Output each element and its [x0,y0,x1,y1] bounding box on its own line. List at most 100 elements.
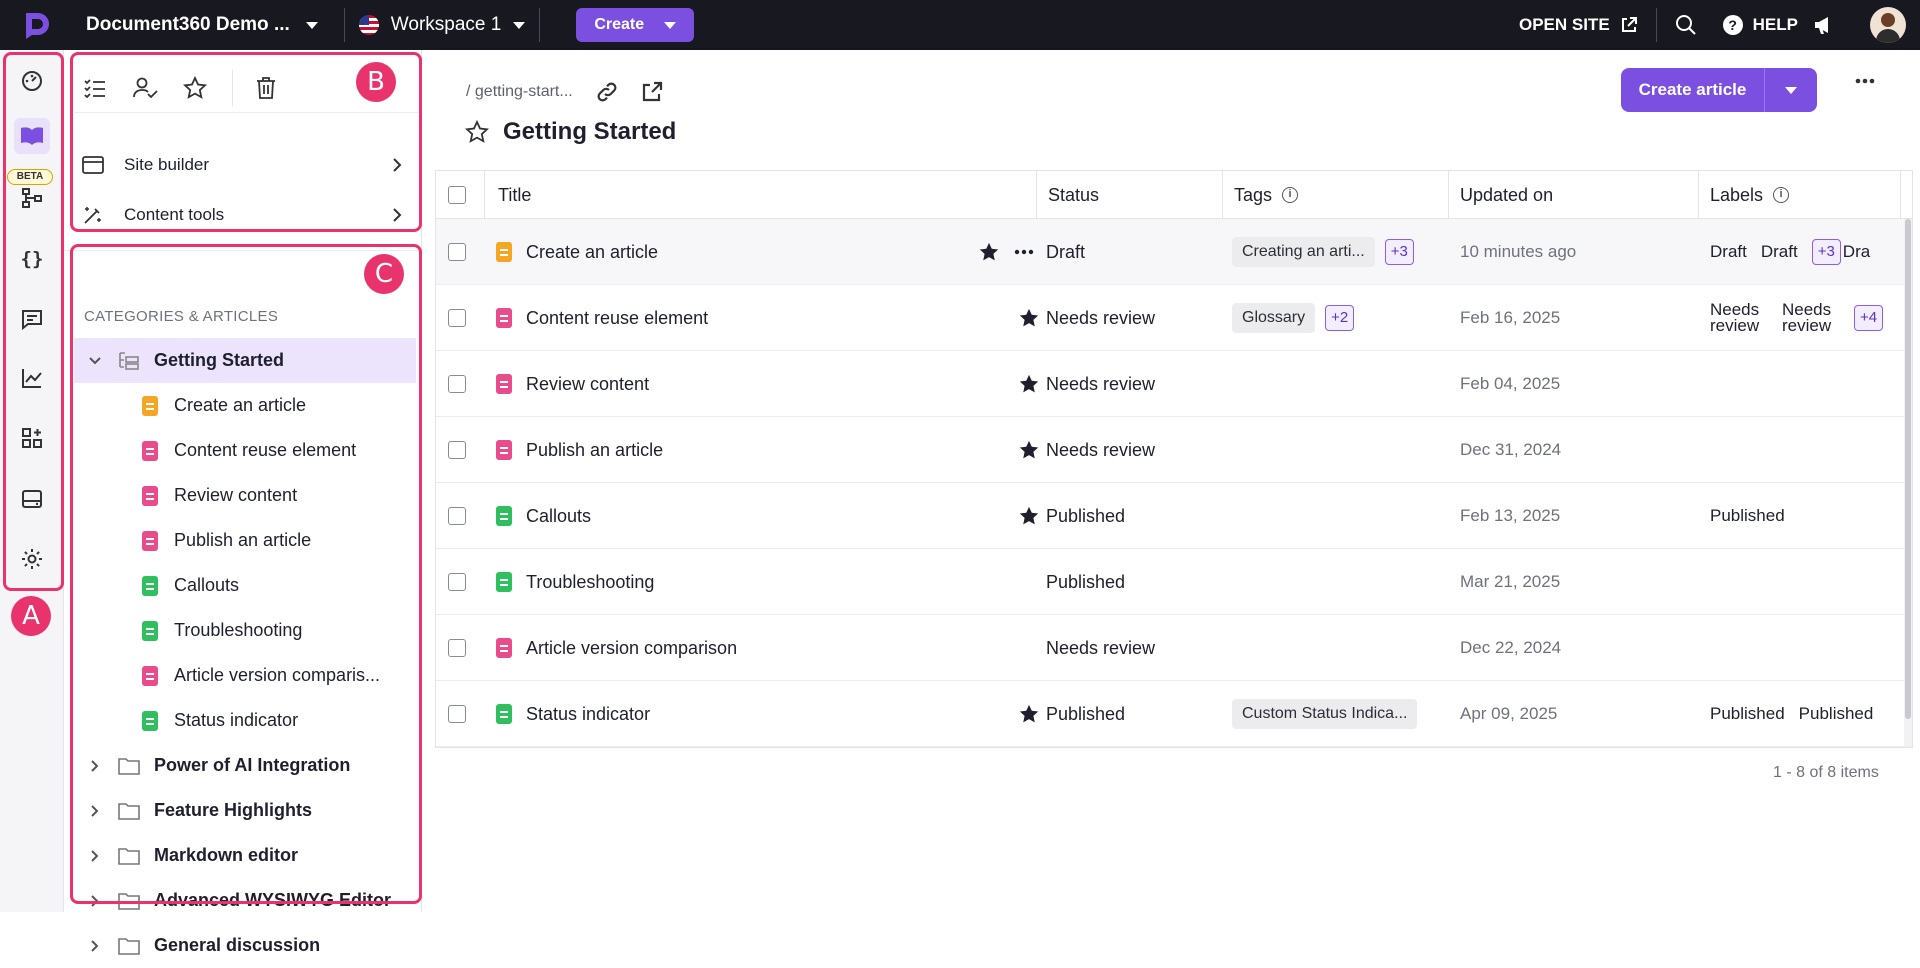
nav-article-item[interactable]: Publish an article [74,518,416,563]
nav-category-item[interactable]: Power of AI Integration [74,743,416,788]
content-tools-menu[interactable]: Content tools [82,195,402,235]
nav-article-item[interactable]: Content reuse element [74,428,416,473]
star-filled-icon[interactable] [1018,373,1040,395]
dashboard-icon[interactable] [14,63,50,99]
nav-article-item[interactable]: Status indicator [74,698,416,743]
star-filled-icon[interactable] [1018,505,1040,527]
nav-article-item[interactable]: Create an article [74,383,416,428]
table-row[interactable]: Create an article Draft Creating an arti..… [436,219,1912,285]
settings-icon[interactable] [14,541,50,577]
label-more-badge[interactable]: +3 [1811,239,1841,265]
table-row[interactable]: Callouts Published Feb 13, 2025 Published [436,483,1912,549]
article-title-link[interactable]: Create an article [526,242,658,263]
table-row[interactable]: Publish an article Needs review Dec 31, 20… [436,417,1912,483]
nav-article-item[interactable]: Review content [74,473,416,518]
table-row[interactable]: Content reuse element Needs review Glossar… [436,285,1912,351]
nav-article-item[interactable]: Callouts [74,563,416,608]
site-builder-menu[interactable]: Site builder [82,145,402,185]
star-filled-icon[interactable] [1018,703,1040,725]
tag-chip[interactable]: Creating an arti... [1232,237,1375,267]
nav-category-item[interactable]: Advanced WYSIWYG Editor [74,878,416,923]
column-tags[interactable]: Tags i [1234,171,1299,219]
article-title-link[interactable]: Review content [526,374,649,395]
open-site-link[interactable]: OPEN SITE [1519,15,1638,35]
tag-chip[interactable]: Custom Status Indica... [1232,699,1418,729]
nav-category-item[interactable]: Markdown editor [74,833,416,878]
trash-icon[interactable] [251,73,281,103]
nav-category-item[interactable]: General discussion [74,923,416,968]
more-options-icon[interactable] [1014,249,1034,255]
info-icon[interactable]: i [1773,187,1790,203]
article-title-link[interactable]: Status indicator [526,704,650,725]
star-filled-icon[interactable] [1018,439,1040,461]
chevron-right-icon[interactable] [82,939,108,953]
table-row[interactable]: Status indicator Published Custom Status I… [436,681,1912,747]
more-options-icon[interactable] [1855,78,1875,84]
chevron-right-icon[interactable] [82,804,108,818]
column-status[interactable]: Status [1048,171,1099,219]
info-icon[interactable]: i [1282,187,1299,203]
article-title-link[interactable]: Content reuse element [526,308,708,329]
tag-more-badge[interactable]: +2 [1325,305,1355,331]
table-row[interactable]: Article version comparison Needs review De… [436,615,1912,681]
document360-logo[interactable] [18,7,54,43]
checklist-icon[interactable] [80,73,110,103]
chevron-down-icon[interactable] [82,356,108,366]
chevron-right-icon[interactable] [82,849,108,863]
star-filled-icon[interactable] [1018,307,1040,329]
drive-icon[interactable] [14,481,50,517]
row-checkbox[interactable] [448,441,466,459]
table-row[interactable]: Review content Needs review Feb 04, 2025 [436,351,1912,417]
analytics-icon[interactable] [14,360,50,396]
label-more-badge[interactable]: +4 [1854,305,1884,331]
star-filled-icon[interactable] [978,241,1000,263]
user-check-icon[interactable] [130,73,160,103]
chevron-right-icon[interactable] [82,759,108,773]
category-getting-started[interactable]: Getting Started [74,338,416,383]
select-all-checkbox[interactable] [448,186,466,204]
column-labels[interactable]: Labels i [1710,171,1790,219]
star-icon[interactable] [180,73,210,103]
user-avatar[interactable] [1870,7,1906,43]
create-article-dropdown[interactable] [1765,86,1817,94]
search-icon[interactable] [1675,14,1697,36]
project-selector[interactable]: Document360 Demo ... [86,14,318,36]
article-title-link[interactable]: Troubleshooting [526,572,654,593]
table-row[interactable]: Troubleshooting Published Mar 21, 2025 [436,549,1912,615]
row-checkbox[interactable] [448,705,466,723]
row-checkbox[interactable] [448,639,466,657]
row-checkbox[interactable] [448,507,466,525]
megaphone-icon[interactable] [1812,13,1836,37]
integrations-icon[interactable] [14,420,50,456]
article-title-link[interactable]: Callouts [526,506,591,527]
book-icon[interactable] [14,118,50,154]
tag-more-badge[interactable]: +3 [1384,239,1414,265]
create-button[interactable]: Create [576,8,695,42]
link-icon[interactable] [595,80,619,104]
chat-icon[interactable] [14,301,50,337]
flow-icon[interactable] [14,180,50,216]
table-scrollbar[interactable] [1904,219,1912,747]
nav-article-item[interactable]: Article version comparis... [74,653,416,698]
external-link-icon [1621,17,1637,32]
tag-chip[interactable]: Glossary [1232,303,1316,333]
star-outline-icon[interactable] [465,120,489,144]
row-checkbox[interactable] [448,309,466,327]
row-checkbox[interactable] [448,243,466,261]
workspace-selector[interactable]: Workspace 1 [358,14,526,36]
nav-category-item[interactable]: Feature Highlights [74,788,416,833]
row-checkbox[interactable] [448,375,466,393]
row-checkbox[interactable] [448,573,466,591]
scrollbar-thumb[interactable] [1905,219,1911,719]
nav-article-item[interactable]: Troubleshooting [74,608,416,653]
create-article-button[interactable]: Create article [1621,68,1817,112]
column-updated[interactable]: Updated on [1460,171,1553,219]
breadcrumb-slug[interactable]: / getting-start... [466,83,573,101]
help-button[interactable]: ? HELP [1722,15,1798,35]
external-link-icon[interactable] [641,81,663,103]
code-braces-icon[interactable]: {} [14,241,50,277]
article-title-link[interactable]: Publish an article [526,440,663,461]
chevron-right-icon[interactable] [82,894,108,908]
column-title[interactable]: Title [498,171,531,219]
article-title-link[interactable]: Article version comparison [526,638,737,659]
